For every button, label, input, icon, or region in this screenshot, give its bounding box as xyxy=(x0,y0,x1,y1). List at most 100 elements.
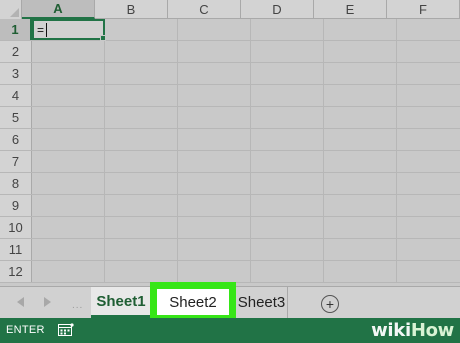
cell[interactable] xyxy=(324,107,397,128)
cell[interactable] xyxy=(324,195,397,216)
cell[interactable] xyxy=(324,261,397,282)
cell[interactable] xyxy=(178,129,251,150)
select-all-corner[interactable] xyxy=(0,0,22,19)
cell[interactable] xyxy=(105,217,178,238)
cell[interactable] xyxy=(105,195,178,216)
cell[interactable] xyxy=(105,63,178,84)
row-header-1[interactable]: 1 xyxy=(0,19,32,40)
row-header-5[interactable]: 5 xyxy=(0,107,32,128)
cell[interactable] xyxy=(178,19,251,40)
more-sheets-indicator[interactable]: ... xyxy=(72,300,83,311)
cell[interactable] xyxy=(397,217,460,238)
cell[interactable] xyxy=(397,63,460,84)
column-header-c[interactable]: C xyxy=(168,0,241,19)
cell[interactable] xyxy=(178,195,251,216)
row-header-10[interactable]: 10 xyxy=(0,217,32,238)
tab-sheet3[interactable]: Sheet3 xyxy=(236,287,288,318)
column-header-b[interactable]: B xyxy=(95,0,168,19)
cell[interactable] xyxy=(178,217,251,238)
cell[interactable] xyxy=(324,41,397,62)
cell[interactable] xyxy=(251,151,324,172)
cell[interactable] xyxy=(105,261,178,282)
cell[interactable] xyxy=(32,41,105,62)
cell[interactable] xyxy=(105,41,178,62)
cell[interactable] xyxy=(397,129,460,150)
cell[interactable] xyxy=(251,41,324,62)
cell[interactable] xyxy=(32,85,105,106)
cell[interactable] xyxy=(32,129,105,150)
triangle-right-icon[interactable] xyxy=(40,295,54,309)
tab-sheet2[interactable]: Sheet2 xyxy=(150,282,236,322)
row-header-3[interactable]: 3 xyxy=(0,63,32,84)
cell[interactable] xyxy=(32,195,105,216)
cell[interactable] xyxy=(32,173,105,194)
cell[interactable] xyxy=(178,63,251,84)
cell[interactable] xyxy=(32,107,105,128)
cell[interactable] xyxy=(105,239,178,260)
cell[interactable] xyxy=(178,151,251,172)
cell[interactable] xyxy=(105,85,178,106)
cell[interactable] xyxy=(324,239,397,260)
column-header-f[interactable]: F xyxy=(387,0,460,19)
cell[interactable] xyxy=(397,239,460,260)
cell[interactable] xyxy=(251,217,324,238)
cell[interactable] xyxy=(324,129,397,150)
cell[interactable] xyxy=(397,19,460,40)
column-header-a[interactable]: A xyxy=(22,0,95,19)
cell[interactable] xyxy=(397,107,460,128)
cell[interactable] xyxy=(324,19,397,40)
cell[interactable] xyxy=(251,63,324,84)
cell[interactable] xyxy=(397,261,460,282)
cell[interactable] xyxy=(251,85,324,106)
cell[interactable] xyxy=(324,63,397,84)
column-header-d[interactable]: D xyxy=(241,0,314,19)
row-header-11[interactable]: 11 xyxy=(0,239,32,260)
cell[interactable] xyxy=(178,107,251,128)
row-header-7[interactable]: 7 xyxy=(0,151,32,172)
row-header-6[interactable]: 6 xyxy=(0,129,32,150)
cell[interactable] xyxy=(324,85,397,106)
cell[interactable] xyxy=(178,239,251,260)
cell[interactable] xyxy=(105,151,178,172)
cell[interactable] xyxy=(324,217,397,238)
plus-circle-icon[interactable]: + xyxy=(321,295,339,313)
cell[interactable] xyxy=(105,173,178,194)
cell[interactable] xyxy=(251,195,324,216)
cell[interactable] xyxy=(397,41,460,62)
cell[interactable] xyxy=(32,151,105,172)
cell[interactable] xyxy=(251,19,324,40)
cell[interactable] xyxy=(105,107,178,128)
triangle-left-icon[interactable] xyxy=(14,295,28,309)
cell[interactable] xyxy=(32,63,105,84)
cell[interactable] xyxy=(32,239,105,260)
cell[interactable] xyxy=(105,19,178,40)
cell[interactable] xyxy=(397,173,460,194)
row-header-9[interactable]: 9 xyxy=(0,195,32,216)
cell[interactable] xyxy=(178,85,251,106)
fill-handle[interactable] xyxy=(100,35,106,41)
cell[interactable] xyxy=(397,151,460,172)
cell[interactable] xyxy=(178,261,251,282)
row-header-8[interactable]: 8 xyxy=(0,173,32,194)
cell[interactable] xyxy=(397,195,460,216)
cell[interactable] xyxy=(32,217,105,238)
cell[interactable] xyxy=(251,261,324,282)
row-header-4[interactable]: 4 xyxy=(0,85,32,106)
cell[interactable] xyxy=(178,173,251,194)
cell[interactable] xyxy=(105,129,178,150)
tab-sheet1[interactable]: Sheet1 xyxy=(91,287,151,318)
row-header-2[interactable]: 2 xyxy=(0,41,32,62)
macro-record-icon[interactable] xyxy=(58,323,74,337)
row-header-12[interactable]: 12 xyxy=(0,261,32,282)
cell[interactable] xyxy=(251,129,324,150)
cell[interactable] xyxy=(251,173,324,194)
cell[interactable] xyxy=(251,107,324,128)
cell[interactable] xyxy=(397,85,460,106)
cell[interactable] xyxy=(324,173,397,194)
cell-a1[interactable]: = xyxy=(32,19,106,41)
cell[interactable] xyxy=(251,239,324,260)
cell[interactable] xyxy=(324,151,397,172)
column-header-e[interactable]: E xyxy=(314,0,387,19)
cell[interactable] xyxy=(32,261,105,282)
cell[interactable] xyxy=(178,41,251,62)
